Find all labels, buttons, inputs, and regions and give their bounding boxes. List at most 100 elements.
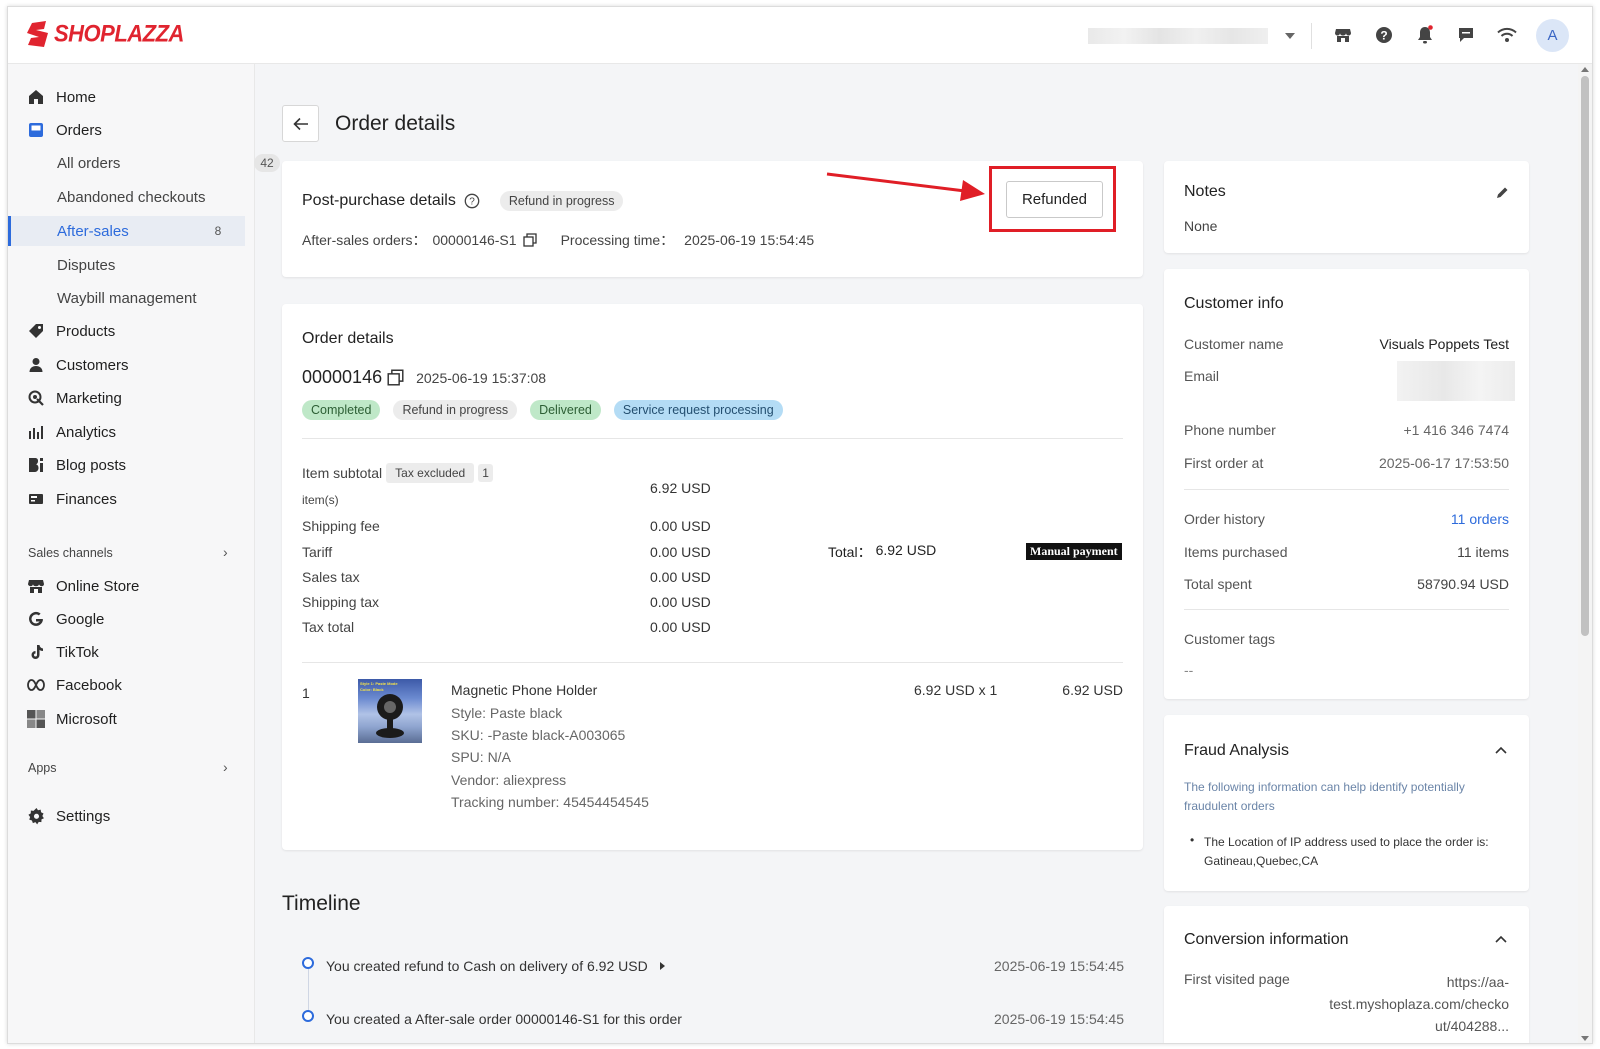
first-visited-url[interactable]: https://aa- bbox=[1329, 971, 1509, 993]
sidebar-item-after-sales[interactable]: After-sales 8 bbox=[8, 216, 245, 246]
copy-icon[interactable] bbox=[522, 233, 537, 247]
sidebar-item-label: Online Store bbox=[56, 577, 140, 595]
sidebar-item-abandoned-checkouts[interactable]: Abandoned checkouts bbox=[57, 182, 205, 212]
first-visited-url[interactable]: test.myshoplaza.com/checko bbox=[1329, 993, 1509, 1015]
sales-tax-value: 0.00 USD bbox=[650, 569, 711, 585]
conversion-info-title: Conversion information bbox=[1184, 931, 1349, 948]
divider bbox=[1311, 23, 1312, 49]
sidebar-item-waybill-management[interactable]: Waybill management bbox=[57, 283, 197, 313]
brand-logo[interactable]: SHOPLAZZA bbox=[26, 20, 184, 47]
customer-info-card: Customer info Customer name Visuals Popp… bbox=[1164, 269, 1529, 699]
fraud-analysis-title: Fraud Analysis bbox=[1184, 742, 1289, 759]
sidebar-item-blog-posts[interactable]: Blog posts bbox=[26, 450, 126, 480]
customer-name-label: Customer name bbox=[1184, 336, 1284, 352]
sidebar-item-label: Products bbox=[56, 322, 116, 340]
product-spu: SPU: N/A bbox=[451, 749, 511, 765]
scrollbar-thumb[interactable] bbox=[1581, 76, 1589, 636]
gear-icon bbox=[26, 806, 46, 826]
back-button[interactable] bbox=[282, 105, 319, 142]
after-sales-number: 00000146-S1 bbox=[432, 232, 517, 248]
sidebar-item-orders[interactable]: Orders bbox=[26, 115, 102, 145]
order-details-title: Order details bbox=[302, 330, 394, 347]
avatar[interactable]: A bbox=[1536, 19, 1569, 52]
help-icon[interactable]: ? bbox=[464, 193, 480, 209]
thumbnail-caption: Color: Black bbox=[360, 687, 384, 692]
message-icon[interactable] bbox=[1456, 25, 1476, 45]
sidebar-item-tiktok[interactable]: TikTok bbox=[26, 637, 99, 667]
sidebar-item-finances[interactable]: Finances bbox=[26, 484, 117, 514]
help-icon[interactable]: ? bbox=[1374, 25, 1394, 45]
store-icon[interactable] bbox=[1333, 25, 1353, 45]
sidebar-item-label: Disputes bbox=[57, 256, 116, 274]
sidebar-item-label: Orders bbox=[56, 121, 102, 139]
chevron-up-icon[interactable] bbox=[1495, 935, 1507, 943]
first-visited-url[interactable]: ut/404288... bbox=[1329, 1015, 1509, 1037]
chevron-up-icon[interactable] bbox=[1495, 746, 1507, 754]
status-badge-refund: Refund in progress bbox=[393, 400, 518, 420]
svg-text:?: ? bbox=[1380, 29, 1387, 43]
customer-name-value[interactable]: Visuals Poppets Test bbox=[1380, 336, 1509, 352]
sidebar-item-customers[interactable]: Customers bbox=[26, 350, 129, 380]
wifi-icon[interactable] bbox=[1497, 25, 1517, 45]
status-badge-completed: Completed bbox=[302, 400, 381, 420]
sidebar-item-google[interactable]: Google bbox=[26, 604, 104, 634]
conversion-info-card: Conversion information First visited pag… bbox=[1164, 906, 1529, 1043]
status-badge: Refund in progress bbox=[499, 191, 624, 211]
timeline-event-time: 2025-06-19 15:54:45 bbox=[994, 958, 1124, 974]
product-name[interactable]: Magnetic Phone Holder bbox=[451, 682, 597, 698]
line-item-unit-price: 6.92 USD x 1 bbox=[914, 682, 998, 698]
store-selector[interactable] bbox=[1088, 27, 1268, 45]
fraud-intro: The following information can help ident… bbox=[1184, 780, 1465, 813]
scroll-up-icon[interactable] bbox=[1581, 67, 1589, 72]
item-count: 1 bbox=[478, 464, 493, 482]
sidebar: Home Orders All orders 42 Abandoned chec… bbox=[8, 64, 280, 1043]
sidebar-item-microsoft[interactable]: Microsoft bbox=[26, 704, 117, 734]
item-subtotal-label: Item subtotal bbox=[302, 465, 383, 481]
timeline-dot bbox=[302, 1010, 314, 1022]
sidebar-item-settings[interactable]: Settings bbox=[26, 801, 110, 831]
order-date: 2025-06-19 15:37:08 bbox=[416, 369, 547, 386]
sidebar-item-home[interactable]: Home bbox=[26, 82, 96, 112]
sidebar-item-disputes[interactable]: Disputes bbox=[57, 250, 115, 280]
refunded-button[interactable]: Refunded bbox=[1006, 181, 1103, 218]
status-badge-delivered: Delivered bbox=[530, 400, 601, 420]
sidebar-item-online-store[interactable]: Online Store bbox=[26, 571, 139, 601]
divider bbox=[302, 438, 1123, 439]
sidebar-item-products[interactable]: Products bbox=[26, 316, 115, 346]
phone-value: +1 416 346 7474 bbox=[1403, 422, 1510, 438]
chevron-right-icon[interactable]: › bbox=[223, 544, 228, 560]
order-number: 00000146 bbox=[302, 367, 383, 387]
chevron-down-icon[interactable] bbox=[1285, 33, 1295, 39]
caret-right-icon[interactable] bbox=[659, 962, 665, 970]
order-history-link[interactable]: 11 orders bbox=[1451, 511, 1509, 527]
sidebar-item-label: Marketing bbox=[56, 389, 122, 407]
tariff-value: 0.00 USD bbox=[650, 544, 711, 560]
notes-title: Notes bbox=[1184, 183, 1226, 200]
sidebar-item-label: Home bbox=[56, 88, 97, 106]
timeline-title: Timeline bbox=[282, 892, 361, 915]
person-icon bbox=[26, 355, 46, 375]
scroll-down-icon[interactable] bbox=[1581, 1036, 1589, 1041]
total-spent-label: Total spent bbox=[1184, 576, 1252, 592]
tag-icon bbox=[26, 321, 46, 341]
sidebar-item-label: Google bbox=[56, 610, 105, 628]
scrollbar[interactable] bbox=[1578, 64, 1592, 1043]
shipping-tax-label: Shipping tax bbox=[302, 594, 380, 610]
timeline-event[interactable]: You created refund to Cash on delivery o… bbox=[326, 958, 665, 974]
sidebar-item-analytics[interactable]: Analytics bbox=[26, 417, 116, 447]
chevron-right-icon[interactable]: › bbox=[223, 759, 228, 775]
phone-holder-icon bbox=[376, 694, 404, 738]
product-sku: SKU: -Paste black-A003065 bbox=[451, 727, 626, 743]
finances-icon bbox=[26, 489, 46, 509]
bell-icon[interactable] bbox=[1415, 25, 1435, 45]
sidebar-item-label: Facebook bbox=[56, 676, 122, 694]
product-thumbnail[interactable]: Style 1: Paste Mode Color: Black bbox=[358, 679, 422, 743]
sidebar-item-label: After-sales bbox=[57, 222, 129, 240]
copy-icon[interactable] bbox=[387, 369, 404, 386]
pencil-icon[interactable] bbox=[1496, 186, 1509, 199]
timeline-event-time: 2025-06-19 15:54:45 bbox=[994, 1011, 1124, 1027]
sidebar-item-facebook[interactable]: Facebook bbox=[26, 670, 122, 700]
fraud-ip-location: Gatineau,Quebec,CA bbox=[1204, 854, 1319, 868]
sidebar-item-marketing[interactable]: Marketing bbox=[26, 383, 122, 413]
shipping-fee-value: 0.00 USD bbox=[650, 518, 711, 534]
